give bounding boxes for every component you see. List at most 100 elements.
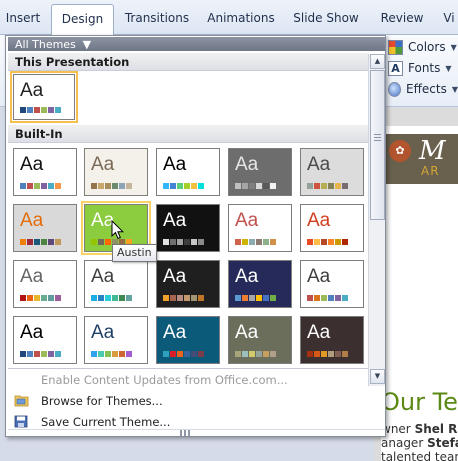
theme-color-swatches — [163, 183, 204, 189]
color-swatch — [335, 295, 341, 301]
tab-design[interactable]: Design — [51, 4, 114, 36]
color-swatch — [170, 239, 176, 245]
color-swatch — [91, 239, 97, 245]
theme-color-swatches — [163, 351, 204, 357]
theme-color-swatches — [235, 295, 276, 301]
menu-item-enable-content-updates[interactable]: Enable Content Updates from Office.com..… — [8, 369, 385, 391]
color-swatch — [270, 239, 276, 245]
menu-item-browse-for-themes[interactable]: Browse for Themes... — [8, 390, 385, 412]
chevron-down-icon: ▼ — [82, 38, 92, 51]
resize-grip[interactable] — [8, 429, 385, 436]
color-swatch — [263, 351, 269, 357]
theme-sample-text: Aa — [163, 322, 187, 343]
color-swatch — [48, 239, 54, 245]
theme-color-swatches — [307, 239, 348, 245]
scroll-up-button[interactable]: ▲ — [370, 54, 385, 69]
color-swatch — [314, 183, 320, 189]
theme-thumbnail[interactable]: Aa — [228, 148, 292, 196]
tab-insert[interactable]: Insert — [0, 4, 46, 35]
color-swatch — [263, 295, 269, 301]
theme-thumbnail[interactable]: Aa — [228, 316, 292, 364]
effects-button[interactable]: Effects ▼ — [388, 79, 458, 99]
theme-thumbnail[interactable]: Aa — [300, 204, 364, 252]
color-swatch — [177, 295, 183, 301]
slide-header-title: M — [419, 136, 446, 166]
fonts-button[interactable]: A Fonts ▼ — [388, 58, 458, 78]
theme-thumbnail-current[interactable]: Aa — [10, 71, 78, 123]
theme-thumbnail[interactable]: Aa — [13, 148, 77, 196]
theme-thumbnail[interactable]: Aa — [300, 260, 364, 308]
theme-thumbnail[interactable]: Aa — [156, 204, 220, 252]
theme-thumbnail[interactable]: Aa — [84, 148, 148, 196]
theme-thumbnail[interactable]: Aa — [300, 316, 364, 364]
color-swatch — [242, 239, 248, 245]
theme-thumbnail[interactable]: Aa — [84, 260, 148, 308]
color-swatch — [170, 183, 176, 189]
colors-button[interactable]: Colors ▼ — [388, 37, 458, 57]
color-swatch — [270, 351, 276, 357]
color-swatch — [177, 183, 183, 189]
color-swatch — [48, 107, 54, 113]
theme-thumbnail[interactable]: Aa — [300, 148, 364, 196]
theme-sample-text: Aa — [307, 322, 331, 343]
color-swatch — [328, 239, 334, 245]
tab-transitions[interactable]: Transitions — [121, 4, 193, 35]
color-swatch — [242, 183, 248, 189]
theme-thumbnail[interactable]: Aa — [13, 316, 77, 364]
tab-view[interactable]: Vi — [440, 4, 458, 35]
color-swatch — [270, 183, 276, 189]
color-swatch — [98, 351, 104, 357]
color-swatch — [20, 107, 26, 113]
color-swatch — [307, 295, 313, 301]
gallery-scrollbar[interactable]: ▲ ▼ — [368, 54, 385, 386]
color-swatch — [27, 239, 33, 245]
color-swatch — [98, 183, 104, 189]
tab-slide-show[interactable]: Slide Show — [290, 4, 362, 35]
grip-icon — [374, 134, 381, 142]
theme-filter-label: All Themes — [15, 38, 76, 51]
color-swatch — [105, 351, 111, 357]
color-swatch — [256, 183, 262, 189]
chevron-down-icon: ▼ — [450, 42, 457, 52]
theme-thumbnail[interactable]: Aa — [13, 204, 77, 252]
color-swatch — [256, 295, 262, 301]
theme-color-swatches — [307, 295, 348, 301]
color-swatch — [20, 351, 26, 357]
theme-sample-text: Aa — [163, 154, 187, 175]
color-swatch — [20, 183, 26, 189]
color-swatch — [191, 295, 197, 301]
color-swatch — [163, 183, 169, 189]
color-swatch — [105, 183, 111, 189]
color-swatch — [41, 295, 47, 301]
scrollbar-thumb[interactable] — [370, 70, 385, 220]
theme-thumbnail[interactable]: Aa — [228, 204, 292, 252]
color-swatch — [321, 183, 327, 189]
color-swatch — [177, 351, 183, 357]
theme-sample-text: Aa — [20, 266, 44, 287]
slide-canvas[interactable]: ✿ M AR Our Tea wner Shel Rh anager Stefa… — [381, 126, 458, 461]
color-swatch — [184, 295, 190, 301]
theme-sample-text: Aa — [235, 266, 259, 287]
theme-sample-text: Aa — [20, 210, 44, 231]
colors-icon — [388, 39, 403, 55]
tab-animations[interactable]: Animations — [205, 4, 277, 35]
theme-thumbnail[interactable]: Aa — [156, 316, 220, 364]
theme-thumbnail[interactable]: Aa — [156, 260, 220, 308]
theme-sample-text: Aa — [163, 210, 187, 231]
theme-filter-dropdown[interactable]: All Themes ▼ — [8, 37, 385, 51]
color-swatch — [256, 351, 262, 357]
color-swatch — [328, 295, 334, 301]
tab-review[interactable]: Review — [376, 4, 428, 35]
save-icon — [14, 415, 28, 428]
color-swatch — [184, 351, 190, 357]
theme-thumbnail[interactable]: Aa — [84, 316, 148, 364]
color-swatch — [235, 183, 241, 189]
color-swatch — [91, 351, 97, 357]
color-swatch — [55, 295, 61, 301]
theme-thumbnail[interactable]: Aa — [13, 260, 77, 308]
theme-thumbnail[interactable]: Aa — [228, 260, 292, 308]
theme-thumbnail[interactable]: Aa — [156, 148, 220, 196]
theme-color-swatches — [307, 351, 348, 357]
theme-color-swatches — [20, 107, 61, 113]
color-swatch — [307, 183, 313, 189]
